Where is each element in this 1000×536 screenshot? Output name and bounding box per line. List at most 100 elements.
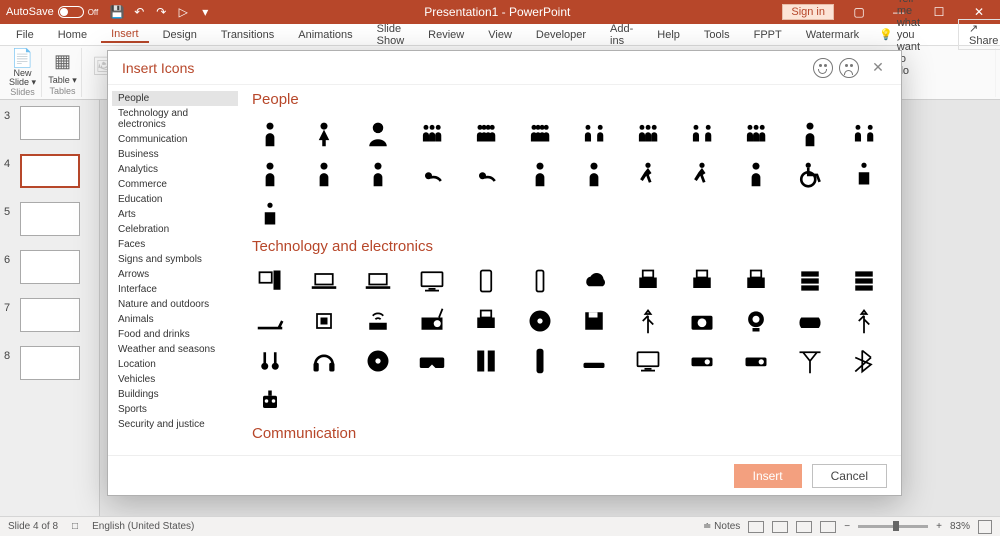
monitor-icon[interactable] [414, 263, 450, 299]
category-weather-and-seasons[interactable]: Weather and seasons [112, 342, 238, 357]
category-security-and-justice[interactable]: Security and justice [112, 417, 238, 432]
antenna-icon[interactable] [792, 343, 828, 379]
feedback-sad-icon[interactable] [839, 58, 859, 78]
tab-review[interactable]: Review [418, 27, 474, 43]
network-icon[interactable] [414, 450, 450, 455]
notes-toggle[interactable]: ≐ Notes [703, 521, 740, 532]
category-nature-and-outdoors[interactable]: Nature and outdoors [112, 297, 238, 312]
category-people[interactable]: People [112, 91, 238, 106]
category-buildings[interactable]: Buildings [112, 387, 238, 402]
slide-thumbnails[interactable]: 3 4 5 6 7 8 [0, 100, 100, 520]
autosave-toggle[interactable]: AutoSave Off [6, 6, 98, 18]
share-button[interactable]: ↗ Share [958, 19, 1000, 50]
mail-icon[interactable] [468, 450, 504, 455]
thumb-6[interactable]: 6 [20, 250, 89, 284]
tab-transitions[interactable]: Transitions [211, 27, 284, 43]
printer-2-icon[interactable] [684, 263, 720, 299]
pc-icon[interactable] [252, 263, 288, 299]
category-arrows[interactable]: Arrows [112, 267, 238, 282]
redo-icon[interactable]: ↷ [154, 5, 168, 19]
category-celebration[interactable]: Celebration [112, 222, 238, 237]
category-technology-and-electronics[interactable]: Technology and electronics [112, 106, 238, 132]
group-tables[interactable]: ▦ Table ▾ Tables [44, 48, 82, 97]
stamp-icon[interactable] [630, 450, 666, 455]
thumb-3[interactable]: 3 [20, 106, 89, 140]
cancel-button[interactable]: Cancel [812, 464, 887, 488]
undo-icon[interactable]: ↶ [132, 5, 146, 19]
category-list[interactable]: PeopleTechnology and electronicsCommunic… [108, 85, 238, 455]
tab-slideshow[interactable]: Slide Show [367, 21, 415, 49]
category-commerce[interactable]: Commerce [112, 177, 238, 192]
phone-icon[interactable] [522, 263, 558, 299]
thumb-7[interactable]: 7 [20, 298, 89, 332]
printer-icon[interactable] [630, 263, 666, 299]
category-sports[interactable]: Sports [112, 402, 238, 417]
thumb-4[interactable]: 4 [20, 154, 89, 188]
mail-open-icon[interactable] [522, 450, 558, 455]
bluetooth-icon[interactable] [846, 343, 882, 379]
tab-view[interactable]: View [478, 27, 522, 43]
tab-watermark[interactable]: Watermark [796, 27, 869, 43]
fax-icon[interactable] [738, 263, 774, 299]
signin-button[interactable]: Sign in [782, 4, 834, 20]
couple-icon[interactable] [684, 116, 720, 152]
save-icon[interactable]: 💾 [110, 5, 124, 19]
start-show-icon[interactable]: ▷ [176, 5, 190, 19]
helper-icon[interactable] [576, 156, 612, 192]
walk-icon[interactable] [630, 156, 666, 192]
headphones-icon[interactable] [306, 343, 342, 379]
tab-help[interactable]: Help [647, 27, 690, 43]
remote-icon[interactable] [522, 343, 558, 379]
radio-icon[interactable] [414, 303, 450, 339]
parent-child-icon[interactable] [306, 156, 342, 192]
webcam-icon[interactable] [738, 303, 774, 339]
vr-icon[interactable] [414, 343, 450, 379]
team-icon[interactable] [630, 116, 666, 152]
zoom-out-icon[interactable]: − [844, 521, 850, 532]
tab-file[interactable]: File [6, 27, 44, 43]
tab-addins[interactable]: Add-ins [600, 21, 643, 49]
tab-fppt[interactable]: FPPT [744, 27, 792, 43]
laptop-icon[interactable] [306, 263, 342, 299]
run-icon[interactable] [684, 156, 720, 192]
gamepad-icon[interactable] [792, 303, 828, 339]
baby-crawl-icon[interactable] [468, 156, 504, 192]
diaper-icon[interactable] [522, 156, 558, 192]
tab-home[interactable]: Home [48, 27, 97, 43]
zoom-in-icon[interactable]: + [936, 521, 942, 532]
elder-icon[interactable] [738, 156, 774, 192]
hand-up-icon[interactable] [792, 116, 828, 152]
earbuds-icon[interactable] [252, 343, 288, 379]
category-analytics[interactable]: Analytics [112, 162, 238, 177]
fit-to-window-icon[interactable] [978, 520, 992, 534]
usb-icon[interactable] [630, 303, 666, 339]
tab-tools[interactable]: Tools [694, 27, 740, 43]
category-signs-and-symbols[interactable]: Signs and symbols [112, 252, 238, 267]
ribbon-display-icon[interactable]: ▢ [844, 0, 874, 24]
robot-icon[interactable] [252, 383, 288, 419]
sorter-view-icon[interactable] [772, 521, 788, 533]
two-men-icon[interactable] [576, 116, 612, 152]
category-education[interactable]: Education [112, 192, 238, 207]
projector-icon[interactable] [738, 343, 774, 379]
thumb-5[interactable]: 5 [20, 202, 89, 236]
category-business[interactable]: Business [112, 147, 238, 162]
category-vehicles[interactable]: Vehicles [112, 372, 238, 387]
slideshow-view-icon[interactable] [820, 521, 836, 533]
category-arts[interactable]: Arts [112, 207, 238, 222]
tab-insert[interactable]: Insert [101, 26, 149, 43]
category-food-and-drinks[interactable]: Food and drinks [112, 327, 238, 342]
category-location[interactable]: Location [112, 357, 238, 372]
category-animals[interactable]: Animals [112, 312, 238, 327]
chat-icon[interactable] [252, 450, 288, 455]
crowd-talk-icon[interactable] [522, 116, 558, 152]
download-icon[interactable] [684, 450, 720, 455]
server-rack-icon[interactable] [792, 263, 828, 299]
group-slides[interactable]: 📄 NewSlide ▾ Slides [4, 48, 42, 97]
bust-icon[interactable] [360, 116, 396, 152]
feedback-happy-icon[interactable] [813, 58, 833, 78]
tab-design[interactable]: Design [153, 27, 207, 43]
group-3-icon[interactable] [414, 116, 450, 152]
at-mail-icon[interactable] [576, 450, 612, 455]
podium-icon[interactable] [846, 156, 882, 192]
